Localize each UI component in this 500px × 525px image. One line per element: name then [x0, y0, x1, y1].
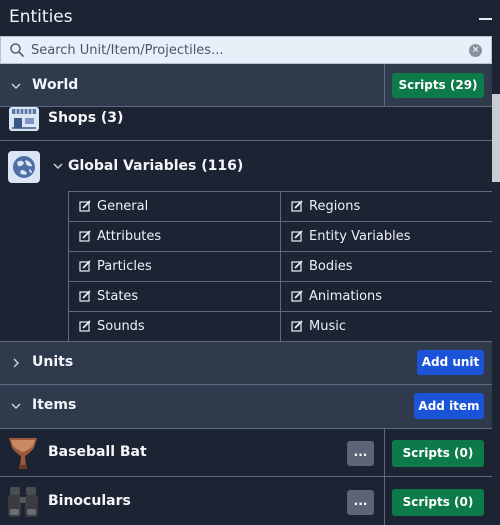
- item-more-button[interactable]: ...: [347, 441, 374, 466]
- world-label: World: [32, 77, 79, 93]
- edit-icon: [291, 320, 303, 332]
- variable-category-label: Attributes: [97, 229, 162, 244]
- item-scripts-button[interactable]: Scripts (0): [392, 440, 484, 467]
- edit-icon: [291, 230, 303, 242]
- variable-category-label: Animations: [309, 289, 383, 304]
- chevron-down-icon[interactable]: [10, 400, 22, 412]
- edit-icon: [79, 260, 91, 272]
- world-scripts-button[interactable]: Scripts (29): [392, 73, 484, 98]
- scrollbar-thumb[interactable]: [492, 94, 500, 182]
- variable-category-particles[interactable]: Particles: [68, 252, 280, 282]
- edit-icon: [79, 200, 91, 212]
- chevron-right-icon[interactable]: [10, 357, 22, 369]
- global-variables-label: Global Variables (116): [68, 158, 244, 174]
- minimize-icon[interactable]: [479, 18, 492, 20]
- variable-category-general[interactable]: General: [68, 192, 280, 222]
- edit-icon: [79, 230, 91, 242]
- world-scripts-cell: Scripts (29): [384, 64, 492, 107]
- add-item-button[interactable]: Add item: [414, 393, 484, 419]
- search-bar[interactable]: ×: [0, 36, 492, 64]
- variable-category-sounds[interactable]: Sounds: [68, 312, 280, 342]
- column-divider: [384, 477, 385, 525]
- variable-category-music[interactable]: Music: [280, 312, 492, 342]
- variable-category-regions[interactable]: Regions: [280, 192, 492, 222]
- binoculars-icon: [8, 487, 38, 517]
- units-section-header[interactable]: Units Add unit: [0, 341, 492, 385]
- variable-category-label: Bodies: [309, 259, 353, 274]
- baseball-bat-icon: [9, 438, 37, 469]
- shops-row[interactable]: Shops (3): [0, 107, 492, 141]
- item-more-button[interactable]: ...: [347, 490, 374, 515]
- chevron-down-icon[interactable]: [52, 160, 64, 172]
- variable-category-states[interactable]: States: [68, 282, 280, 312]
- variable-category-label: States: [97, 289, 139, 304]
- globe-icon: [8, 151, 40, 183]
- edit-icon: [79, 320, 91, 332]
- global-variables-grid: General Regions Attributes Entity Variab…: [68, 191, 492, 342]
- panel-title: Entities: [9, 7, 73, 27]
- variable-category-label: Entity Variables: [309, 229, 411, 244]
- variable-category-label: Sounds: [97, 319, 145, 334]
- edit-icon: [291, 200, 303, 212]
- item-row-binoculars[interactable]: Binoculars ... Scripts (0): [0, 477, 492, 525]
- variable-category-label: General: [97, 199, 149, 214]
- items-section-header[interactable]: Items Add item: [0, 385, 492, 429]
- variable-category-entity-variables[interactable]: Entity Variables: [280, 222, 492, 252]
- item-name: Baseball Bat: [48, 444, 147, 460]
- variable-category-attributes[interactable]: Attributes: [68, 222, 280, 252]
- edit-icon: [291, 290, 303, 302]
- edit-icon: [79, 290, 91, 302]
- panel-titlebar: Entities: [0, 0, 500, 36]
- variable-category-label: Particles: [97, 259, 152, 274]
- edit-icon: [291, 260, 303, 272]
- chevron-down-icon[interactable]: [10, 80, 22, 92]
- variable-category-label: Regions: [309, 199, 361, 214]
- item-scripts-button[interactable]: Scripts (0): [392, 489, 484, 516]
- clear-icon[interactable]: ×: [469, 44, 482, 57]
- variable-category-animations[interactable]: Animations: [280, 282, 492, 312]
- variable-category-bodies[interactable]: Bodies: [280, 252, 492, 282]
- units-label: Units: [32, 354, 74, 370]
- item-row-baseball-bat[interactable]: Baseball Bat ... Scripts (0): [0, 429, 492, 477]
- variable-category-label: Music: [309, 319, 346, 334]
- shop-icon: [9, 107, 39, 131]
- item-name: Binoculars: [48, 493, 131, 509]
- search-icon: [10, 43, 24, 57]
- column-divider: [384, 429, 385, 477]
- items-label: Items: [32, 397, 77, 413]
- search-input[interactable]: [31, 40, 451, 60]
- scrollbar[interactable]: [492, 64, 500, 525]
- add-unit-button[interactable]: Add unit: [417, 350, 484, 375]
- shops-label: Shops (3): [48, 110, 124, 126]
- global-variables-row[interactable]: Global Variables (116): [0, 141, 492, 191]
